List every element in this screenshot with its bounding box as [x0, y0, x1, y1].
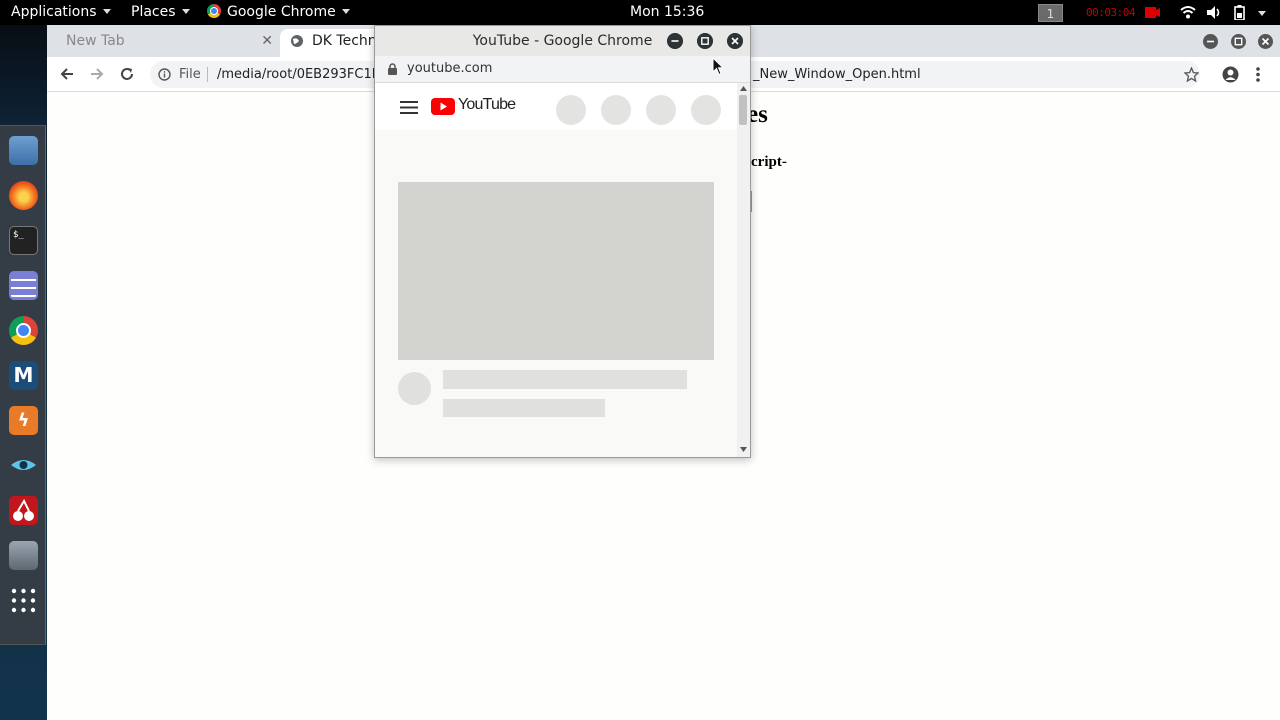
- chrome-icon: [207, 3, 221, 18]
- close-window-icon[interactable]: [1258, 34, 1273, 49]
- star-icon[interactable]: [1184, 67, 1199, 82]
- info-icon[interactable]: [158, 68, 171, 81]
- clock[interactable]: Mon 15:36: [630, 0, 704, 25]
- places-menu-label: Places: [131, 4, 176, 20]
- files-icon[interactable]: [9, 136, 38, 165]
- eye-icon[interactable]: [9, 451, 38, 480]
- close-icon[interactable]: [727, 33, 743, 49]
- globe-icon: [291, 35, 303, 47]
- popup-titlebar[interactable]: YouTube - Google Chrome: [375, 26, 750, 56]
- reload-icon[interactable]: [119, 66, 135, 82]
- scroll-up-arrow-icon[interactable]: [740, 86, 747, 91]
- address-prefix: File: [179, 67, 201, 82]
- mouse-cursor-icon: [712, 57, 724, 76]
- youtube-popup-window: YouTube - Google Chrome youtube.com YouT…: [374, 25, 751, 458]
- address-text-right: _New_Window_Open.html: [753, 67, 921, 82]
- places-menu[interactable]: Places: [131, 0, 190, 25]
- tab-label: New Tab: [66, 33, 125, 49]
- app-menu-label: Google Chrome: [227, 4, 336, 20]
- header-placeholder-icon[interactable]: [556, 95, 586, 125]
- header-placeholder-icon[interactable]: [646, 95, 676, 125]
- show-apps-grid-icon[interactable]: [9, 586, 38, 615]
- cherrytree-icon[interactable]: [9, 496, 38, 525]
- record-icon: [1145, 7, 1160, 18]
- dock-background: $_ M ϟ: [0, 25, 47, 720]
- header-placeholder-icon[interactable]: [691, 95, 721, 125]
- maximize-icon[interactable]: [1231, 34, 1246, 49]
- dock: $_ M ϟ: [0, 125, 46, 645]
- scrollbar[interactable]: [737, 83, 750, 457]
- header-placeholder-icon[interactable]: [601, 95, 631, 125]
- popup-address-bar[interactable]: youtube.com: [375, 56, 750, 83]
- top-panel: Applications Places Google Chrome Mon 15…: [0, 0, 1280, 25]
- volume-icon[interactable]: [1206, 5, 1222, 20]
- terminal-icon[interactable]: $_: [9, 226, 38, 255]
- gimp-icon[interactable]: [9, 541, 38, 570]
- tab-new-tab[interactable]: New Tab ✕: [47, 29, 279, 57]
- popup-title: YouTube - Google Chrome: [472, 33, 653, 49]
- minimize-icon[interactable]: [1203, 34, 1218, 49]
- youtube-page: YouTube: [375, 83, 750, 457]
- burpsuite-icon[interactable]: ϟ: [9, 406, 38, 435]
- recording-timer: 00:03:04: [1086, 6, 1135, 19]
- firefox-icon[interactable]: [9, 181, 38, 210]
- text-editor-icon[interactable]: [9, 271, 38, 300]
- youtube-play-icon: [431, 98, 455, 115]
- video-thumbnail-placeholder[interactable]: [398, 182, 714, 360]
- youtube-logo-text: YouTube: [458, 96, 516, 113]
- address-divider: [207, 67, 208, 82]
- address-text-left: /media/root/0EB293FC1BD: [217, 67, 391, 82]
- chevron-down-icon: [181, 8, 190, 14]
- wifi-icon[interactable]: [1180, 5, 1196, 20]
- scroll-down-arrow-icon[interactable]: [740, 447, 747, 452]
- page-text-fragment: cript-: [751, 154, 787, 170]
- system-menu-chevron-icon[interactable]: [1258, 11, 1266, 16]
- chevron-down-icon: [341, 8, 350, 14]
- workspace-indicator[interactable]: 1: [1038, 4, 1063, 22]
- youtube-header: YouTube: [375, 83, 737, 130]
- chrome-icon[interactable]: [9, 316, 38, 345]
- more-options-icon[interactable]: [1255, 66, 1261, 83]
- popup-url: youtube.com: [407, 61, 493, 76]
- forward-arrow-icon[interactable]: [89, 66, 105, 82]
- account-icon[interactable]: [1222, 66, 1239, 83]
- applications-menu[interactable]: Applications: [11, 0, 111, 25]
- chevron-down-icon: [102, 8, 111, 14]
- tab-label: DK Techn: [312, 33, 377, 49]
- close-icon[interactable]: ✕: [261, 29, 273, 53]
- minimize-icon[interactable]: [667, 33, 683, 49]
- hamburger-menu-icon[interactable]: [400, 101, 418, 114]
- channel-avatar-placeholder: [398, 372, 431, 405]
- video-title-placeholder: [443, 370, 687, 389]
- battery-icon[interactable]: [1232, 5, 1248, 20]
- app-menu[interactable]: Google Chrome: [207, 0, 350, 25]
- applications-menu-label: Applications: [11, 4, 97, 20]
- lock-icon: [388, 63, 397, 75]
- metasploit-icon[interactable]: M: [9, 361, 38, 390]
- maximize-icon[interactable]: [697, 33, 713, 49]
- scrollbar-thumb[interactable]: [739, 95, 747, 125]
- video-meta-placeholder: [443, 399, 605, 417]
- back-arrow-icon[interactable]: [59, 66, 75, 82]
